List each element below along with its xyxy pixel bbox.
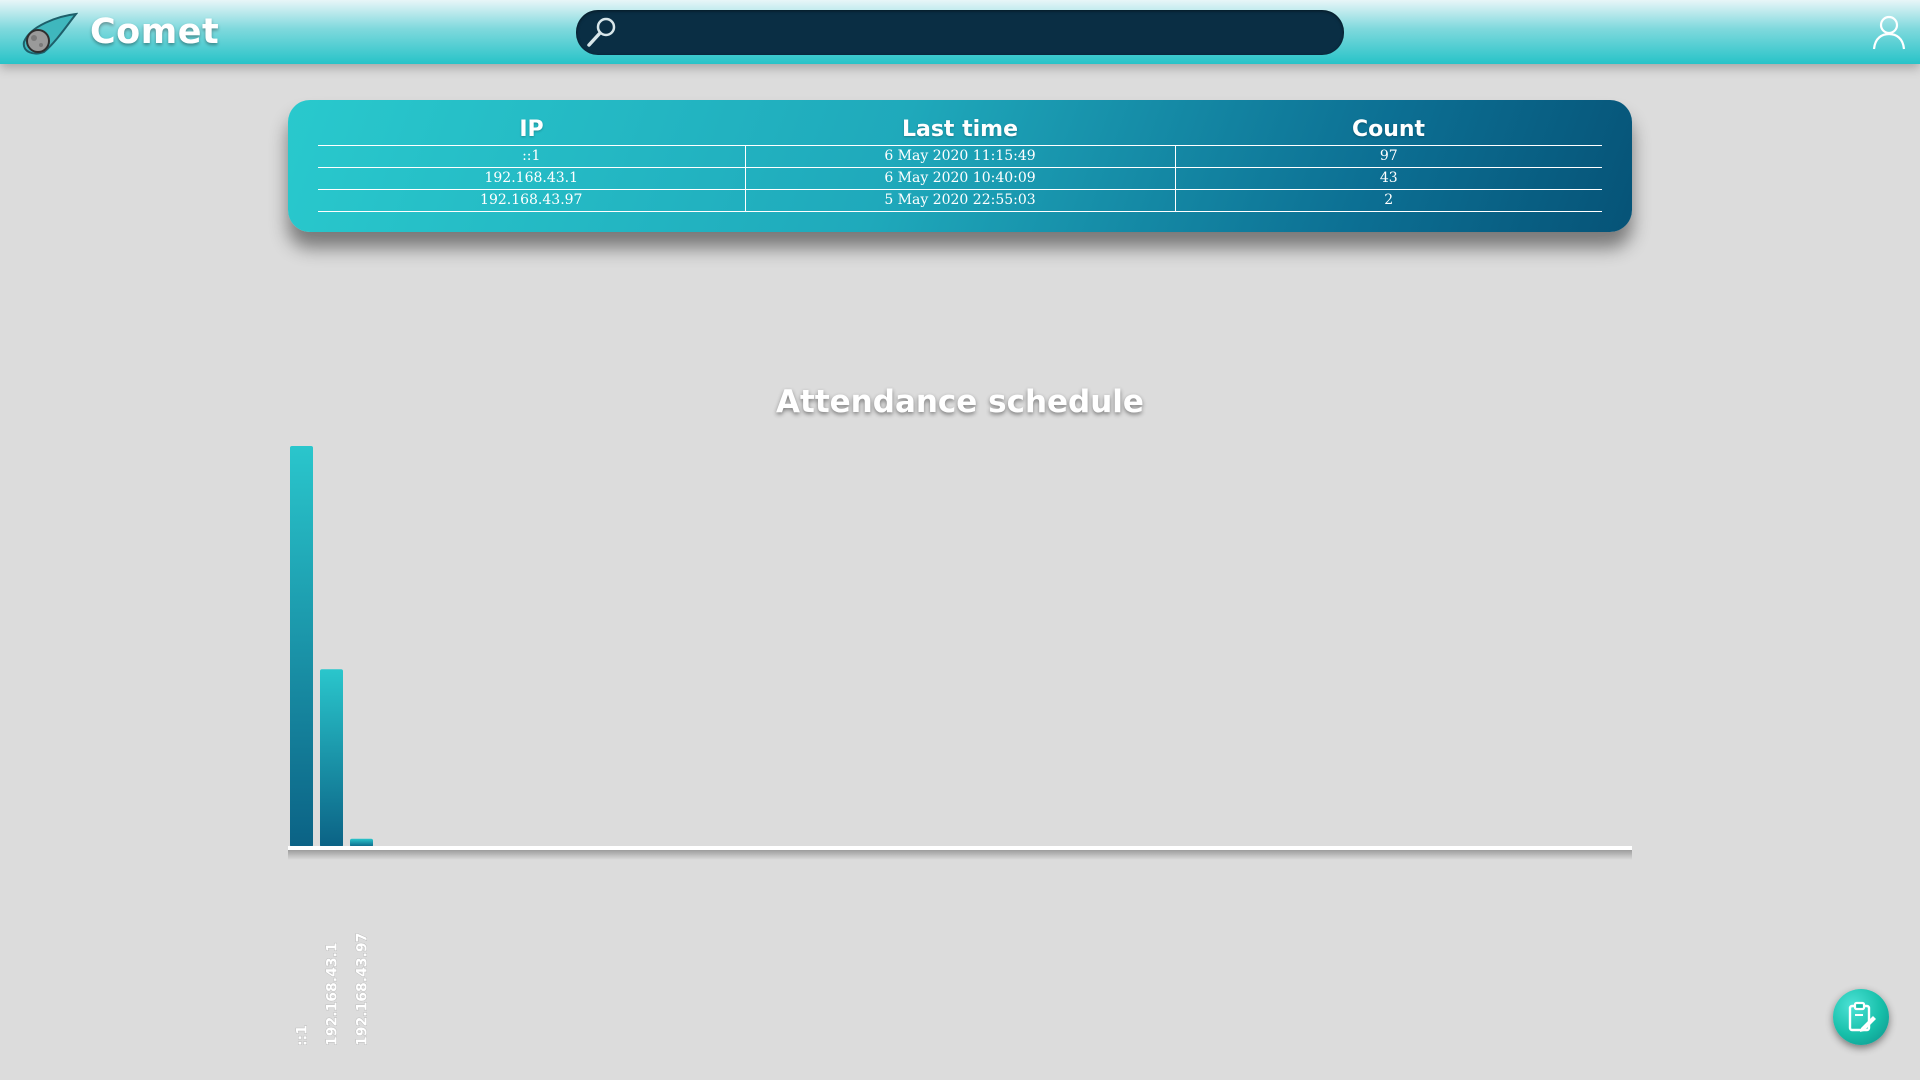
- clipboard-edit-icon: [1848, 1001, 1876, 1032]
- table-row: ::1 6 May 2020 11:15:49 97: [318, 145, 1602, 168]
- clipboard-edit-button[interactable]: [1833, 989, 1889, 1045]
- user-icon[interactable]: [1872, 14, 1906, 50]
- table-header-row: IP Last time Count: [318, 114, 1602, 146]
- search-input[interactable]: [628, 16, 1328, 49]
- bar-2[interactable]: [350, 838, 373, 847]
- tick-label-2: 192.168.43.97: [355, 933, 371, 1046]
- cell-ip: 192.168.43.97: [318, 189, 745, 212]
- cell-ip: ::1: [318, 145, 745, 168]
- column-header-last-time: Last time: [745, 114, 1175, 146]
- top-bar: Comet: [0, 0, 1920, 64]
- magnifier-icon[interactable]: [584, 14, 620, 50]
- bars-group: [290, 446, 373, 847]
- visits-table: IP Last time Count ::1 6 May 2020 11:15:…: [318, 114, 1602, 212]
- attendance-chart: ::1 192.168.43.1 192.168.43.97: [288, 446, 1632, 1047]
- tick-label-0: ::1: [295, 1025, 311, 1046]
- tick-label-1: 192.168.43.1: [325, 942, 341, 1046]
- cell-count: 43: [1174, 167, 1602, 190]
- bar-1[interactable]: [320, 669, 343, 847]
- cell-count: 97: [1174, 145, 1602, 168]
- search-bar[interactable]: [576, 10, 1344, 55]
- cell-last-time: 6 May 2020 11:15:49: [744, 145, 1175, 168]
- table-row: 192.168.43.1 6 May 2020 10:40:09 43: [318, 167, 1602, 190]
- brand-title[interactable]: Comet: [90, 12, 219, 52]
- comet-logo-icon[interactable]: [20, 12, 79, 56]
- cell-count: 2: [1174, 189, 1602, 212]
- bar-0[interactable]: [290, 446, 313, 847]
- column-header-count: Count: [1175, 114, 1602, 146]
- cell-last-time: 6 May 2020 10:40:09: [744, 167, 1175, 190]
- cell-last-time: 5 May 2020 22:55:03: [744, 189, 1175, 212]
- tick-labels-group: ::1 192.168.43.1 192.168.43.97: [294, 932, 371, 1046]
- visits-card: IP Last time Count ::1 6 May 2020 11:15:…: [288, 100, 1632, 232]
- cell-ip: 192.168.43.1: [318, 167, 745, 190]
- table-row: 192.168.43.97 5 May 2020 22:55:03 2: [318, 189, 1602, 212]
- column-header-ip: IP: [318, 114, 745, 146]
- chart-title: Attendance schedule: [776, 384, 1144, 420]
